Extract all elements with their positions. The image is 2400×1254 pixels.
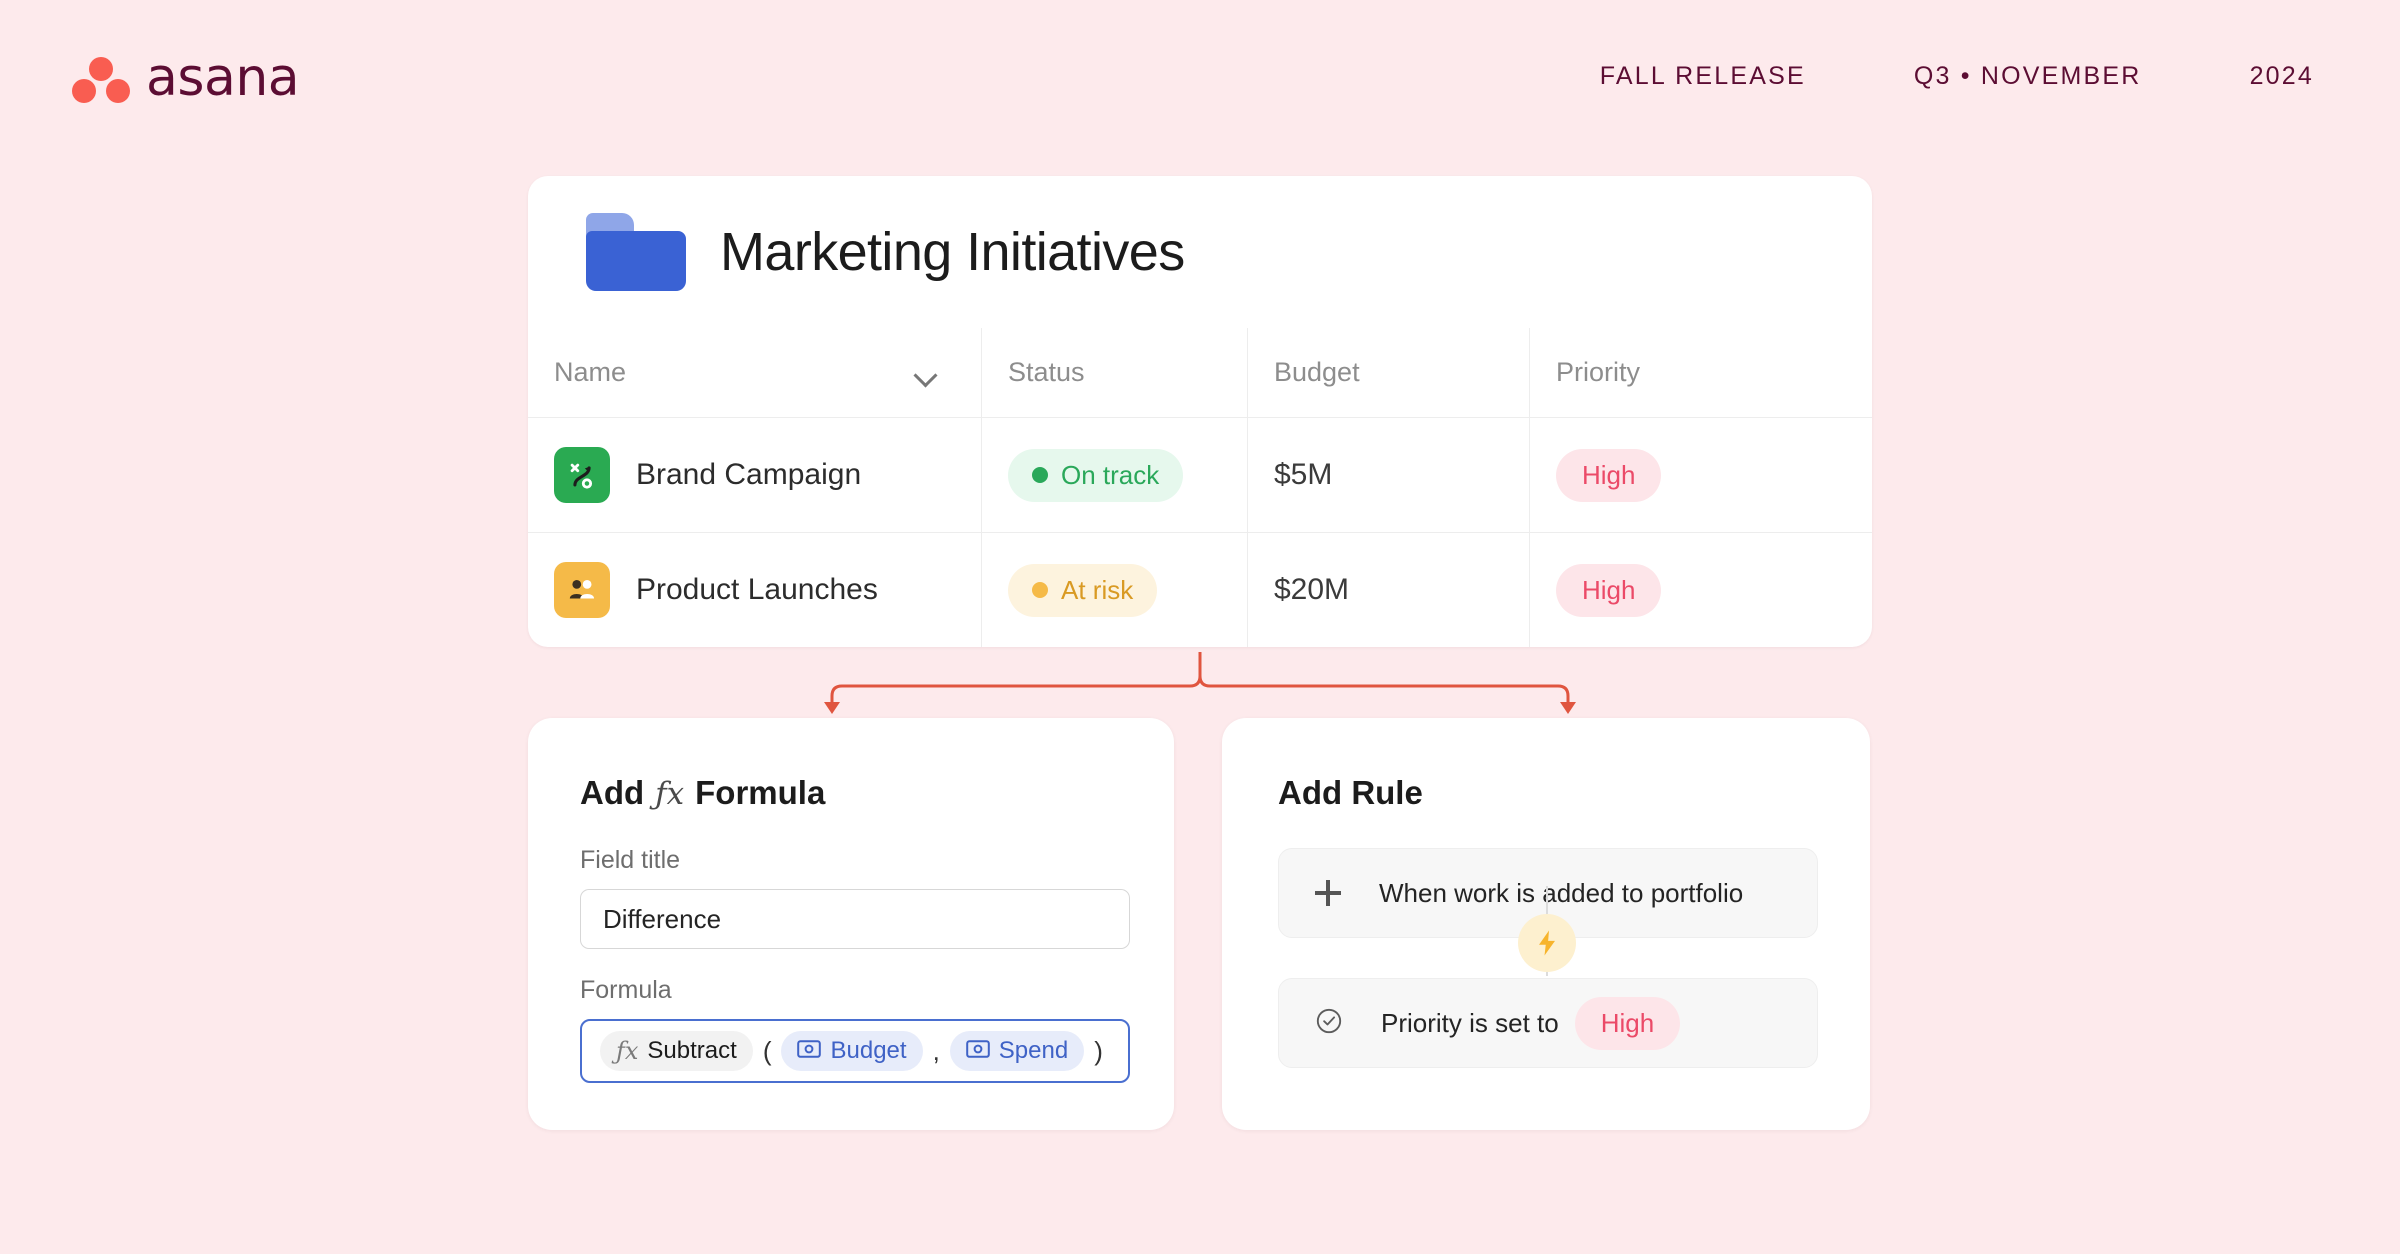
budget-value: $5M [1274, 458, 1333, 491]
plus-icon[interactable] [1315, 880, 1341, 906]
status-badge[interactable]: At risk [1008, 563, 1158, 617]
column-header-name-label: Name [554, 357, 627, 387]
add-formula-title-prefix: Add [580, 774, 645, 811]
formula-function-token[interactable]: ƒx Subtract [600, 1031, 753, 1071]
cell-status[interactable]: At risk [982, 533, 1248, 647]
column-header-priority-label: Priority [1556, 357, 1641, 387]
lightning-bolt-icon [1518, 914, 1576, 972]
cell-priority[interactable]: High [1530, 418, 1872, 532]
column-header-budget[interactable]: Budget [1248, 328, 1530, 417]
status-badge[interactable]: On track [1008, 448, 1184, 502]
table-row[interactable]: Product Launches At risk $20M High [528, 532, 1872, 647]
formula-comma: , [932, 1035, 940, 1066]
page-title: Marketing Initiatives [720, 222, 1185, 282]
formula-input[interactable]: ƒx Subtract ( Budget , Spend ) [580, 1019, 1130, 1083]
folder-body-icon [586, 231, 686, 291]
portfolio-card: Marketing Initiatives Name Status Budget… [528, 176, 1872, 647]
fx-icon: ƒx [616, 1037, 639, 1065]
priority-badge[interactable]: High [1556, 563, 1662, 617]
project-name: Product Launches [636, 573, 878, 606]
header-meta-release: FALL RELEASE [1599, 62, 1806, 90]
branch-connector [780, 650, 1620, 724]
formula-function-label: Subtract [647, 1037, 737, 1064]
status-dot-icon [1032, 467, 1048, 483]
portfolio-header: Marketing Initiatives [528, 176, 1872, 328]
add-formula-title: Add ƒx Formula [580, 774, 1174, 812]
column-header-name[interactable]: Name [528, 328, 982, 417]
folder-icon [586, 213, 686, 291]
formula-field-token-spend[interactable]: Spend [949, 1031, 1085, 1071]
rule-action-row[interactable]: Priority is set to High [1278, 978, 1818, 1068]
check-circle-icon [1315, 1007, 1343, 1040]
add-formula-card: Add ƒx Formula Field title Difference Fo… [528, 718, 1174, 1130]
formula-label: Formula [580, 976, 672, 1004]
column-header-status-label: Status [1008, 357, 1085, 387]
table-header: Name Status Budget Priority [528, 328, 1872, 417]
budget-value: $20M [1274, 573, 1350, 606]
logo-dot-left-icon [72, 79, 96, 103]
cell-budget[interactable]: $20M [1248, 533, 1530, 647]
cell-priority[interactable]: High [1530, 533, 1872, 647]
fx-icon: ƒx [655, 776, 685, 812]
field-title-value: Difference [603, 903, 722, 934]
asana-logo: asana [72, 48, 300, 108]
money-icon [965, 1037, 990, 1065]
formula-field-label-budget: Budget [830, 1037, 907, 1064]
formula-field-token-budget[interactable]: Budget [781, 1031, 923, 1071]
header-meta: FALL RELEASE Q3 • NOVEMBER 2024 [1600, 62, 2314, 91]
add-formula-title-suffix: Formula [695, 774, 826, 811]
logo-dot-right-icon [106, 79, 130, 103]
formula-open-paren: ( [762, 1035, 772, 1066]
rule-action-text: Priority is set to High [1381, 996, 1681, 1050]
column-header-priority[interactable]: Priority [1530, 328, 1872, 417]
column-header-status[interactable]: Status [982, 328, 1248, 417]
header-meta-quarter: Q3 • NOVEMBER [1913, 62, 2142, 90]
status-badge-label: At risk [1061, 574, 1134, 605]
asana-wordmark: asana [146, 48, 300, 108]
table-header-row: Name Status Budget Priority [528, 328, 1872, 417]
table-row[interactable]: Brand Campaign On track $5M High [528, 417, 1872, 532]
cell-status[interactable]: On track [982, 418, 1248, 532]
chevron-down-icon[interactable] [917, 367, 937, 378]
status-dot-icon [1032, 582, 1048, 598]
column-header-budget-label: Budget [1274, 357, 1360, 387]
money-icon [797, 1037, 822, 1065]
field-title-label: Field title [580, 846, 681, 874]
rule-action-value-label: High [1600, 1007, 1655, 1038]
formula-close-paren: ) [1094, 1035, 1103, 1066]
rule-action-label: Priority is set to [1381, 1007, 1559, 1038]
cell-name[interactable]: Brand Campaign [528, 418, 982, 532]
priority-badge-label: High [1582, 459, 1636, 490]
add-rule-title: Add Rule [1278, 774, 1423, 811]
logo-dot-top-icon [89, 57, 113, 81]
rule-action-value-badge[interactable]: High [1574, 996, 1681, 1050]
page-header: asana FALL RELEASE Q3 • NOVEMBER 2024 [0, 0, 2400, 170]
cell-name[interactable]: Product Launches [528, 533, 982, 647]
table-body: Brand Campaign On track $5M High Product… [528, 417, 1872, 647]
project-name: Brand Campaign [636, 458, 862, 491]
status-badge-label: On track [1061, 459, 1160, 490]
priority-badge-label: High [1582, 574, 1636, 605]
cell-budget[interactable]: $5M [1248, 418, 1530, 532]
priority-badge[interactable]: High [1556, 448, 1662, 502]
asana-logo-mark-icon [72, 57, 130, 103]
formula-field-label-spend: Spend [998, 1037, 1069, 1064]
header-meta-year: 2024 [2249, 62, 2314, 90]
people-icon [554, 562, 610, 618]
rule-trigger-label: When work is added to portfolio [1379, 877, 1744, 908]
field-title-input[interactable]: Difference [580, 889, 1130, 949]
strategy-icon [554, 447, 610, 503]
